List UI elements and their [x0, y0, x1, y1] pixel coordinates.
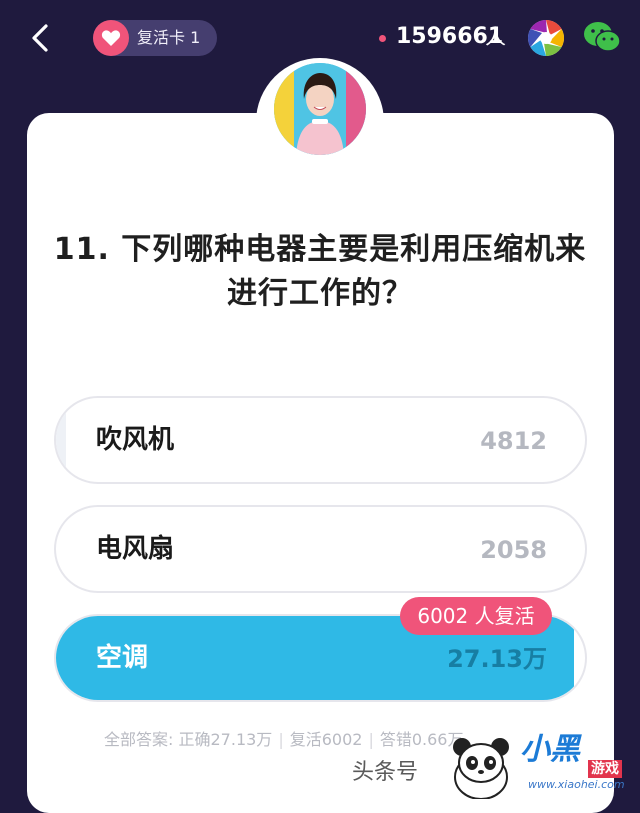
aperture-icon[interactable]	[526, 18, 566, 58]
option-a-vote-bar	[56, 398, 66, 482]
toutiao-watermark: 头条号	[352, 760, 419, 785]
panda-mascot-icon	[453, 738, 509, 799]
summary-revived: 复活6002	[289, 730, 363, 749]
option-c-count: 27.13万	[447, 645, 547, 673]
heart-icon	[93, 20, 129, 56]
site-logo-game: 游戏	[588, 760, 622, 778]
option-b[interactable]: 电风扇 2058	[54, 505, 587, 593]
live-dot	[379, 35, 386, 42]
site-logo-title: 小黑	[520, 732, 580, 767]
answer-summary: 全部答案: 正确27.13万 | 复活6002 | 答错0.66万	[104, 730, 464, 749]
online-unit: 人	[485, 25, 506, 49]
wechat-icon[interactable]	[583, 20, 621, 54]
option-b-count: 2058	[480, 536, 547, 564]
option-a-label: 吹风机	[96, 425, 175, 455]
option-b-label: 电风扇	[96, 534, 175, 564]
option-a[interactable]: 吹风机 4812	[54, 396, 587, 484]
back-arrow-icon[interactable]	[24, 20, 60, 56]
host-avatar	[274, 63, 366, 155]
summary-all-label: 全部答案:	[104, 730, 174, 749]
revive-count-badge: 6002 人复活	[400, 597, 552, 635]
revive-card-label: 复活卡 1	[137, 28, 201, 47]
revive-card-pill[interactable]: 复活卡 1	[93, 20, 217, 56]
site-url: www.xiaohei.com	[528, 778, 625, 791]
question-text: 11. 下列哪种电器主要是利用压缩机来进行工作的？	[53, 232, 587, 311]
summary-correct: 正确27.13万	[178, 730, 273, 749]
option-c-label: 空调	[96, 643, 149, 673]
option-a-count: 4812	[480, 427, 547, 455]
